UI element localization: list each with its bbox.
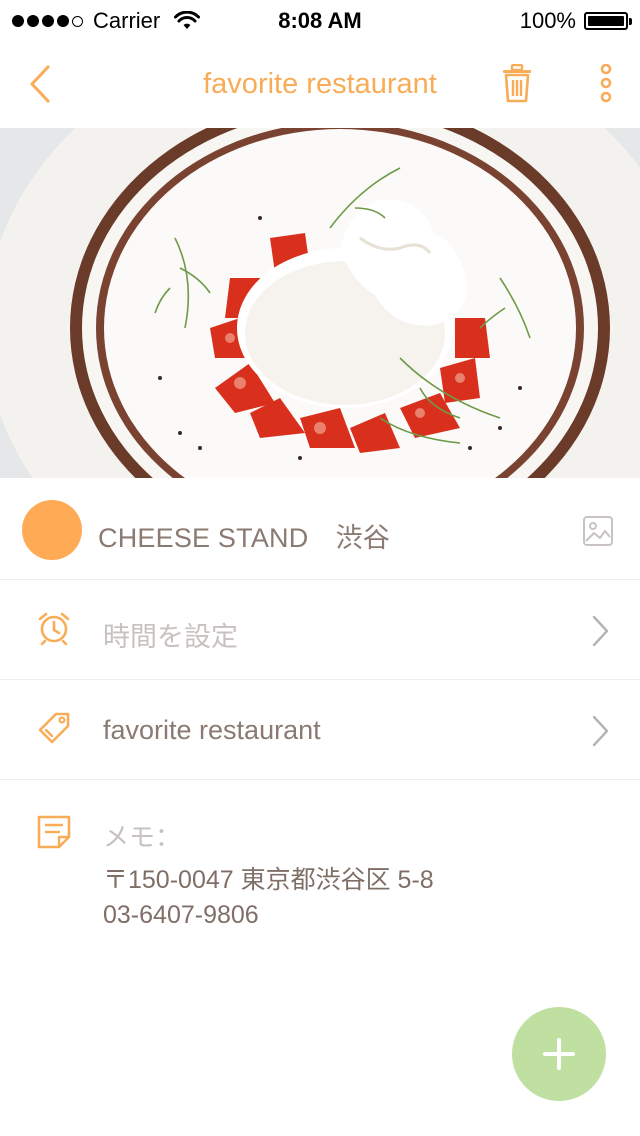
- battery-percent: 100%: [519, 8, 576, 33]
- memo-label: メモ：: [103, 822, 182, 852]
- alarm-clock-icon: [38, 612, 70, 646]
- navigation-bar: favorite restaurant: [0, 40, 640, 128]
- chevron-right-icon: [592, 615, 609, 647]
- place-name: CHEESE STAND 渋谷: [98, 523, 391, 553]
- plus-icon: [543, 1038, 575, 1070]
- place-name-row[interactable]: CHEESE STAND 渋谷: [0, 480, 640, 580]
- set-time-label: 時間を設定: [103, 622, 238, 652]
- hero-photo: [0, 128, 640, 478]
- chevron-right-icon: [592, 715, 609, 747]
- add-button[interactable]: [512, 1007, 606, 1101]
- tag-icon: [38, 712, 70, 744]
- page-title: favorite restaurant: [203, 68, 437, 100]
- memo-line: 〒150-0047 東京都渋谷区 5-8: [103, 866, 434, 894]
- battery-icon: [584, 12, 632, 30]
- memo-section[interactable]: メモ： 〒150-0047 東京都渋谷区 5-8 03-6407-9806: [0, 781, 640, 981]
- memo-note-icon: [37, 815, 71, 849]
- more-options-icon[interactable]: [596, 64, 616, 104]
- tag-label: favorite restaurant: [103, 715, 321, 745]
- battery-area: 100%: [519, 8, 632, 34]
- trash-icon[interactable]: [500, 64, 534, 104]
- status-bar: Carrier 8:08 AM 100%: [0, 0, 640, 40]
- memo-text[interactable]: 〒150-0047 東京都渋谷区 5-8 03-6407-9806: [103, 863, 434, 933]
- tag-row[interactable]: favorite restaurant: [0, 680, 640, 780]
- image-icon[interactable]: [582, 515, 614, 547]
- color-avatar[interactable]: [22, 500, 82, 560]
- set-time-row[interactable]: 時間を設定: [0, 580, 640, 680]
- memo-line: 03-6407-9806: [103, 901, 259, 929]
